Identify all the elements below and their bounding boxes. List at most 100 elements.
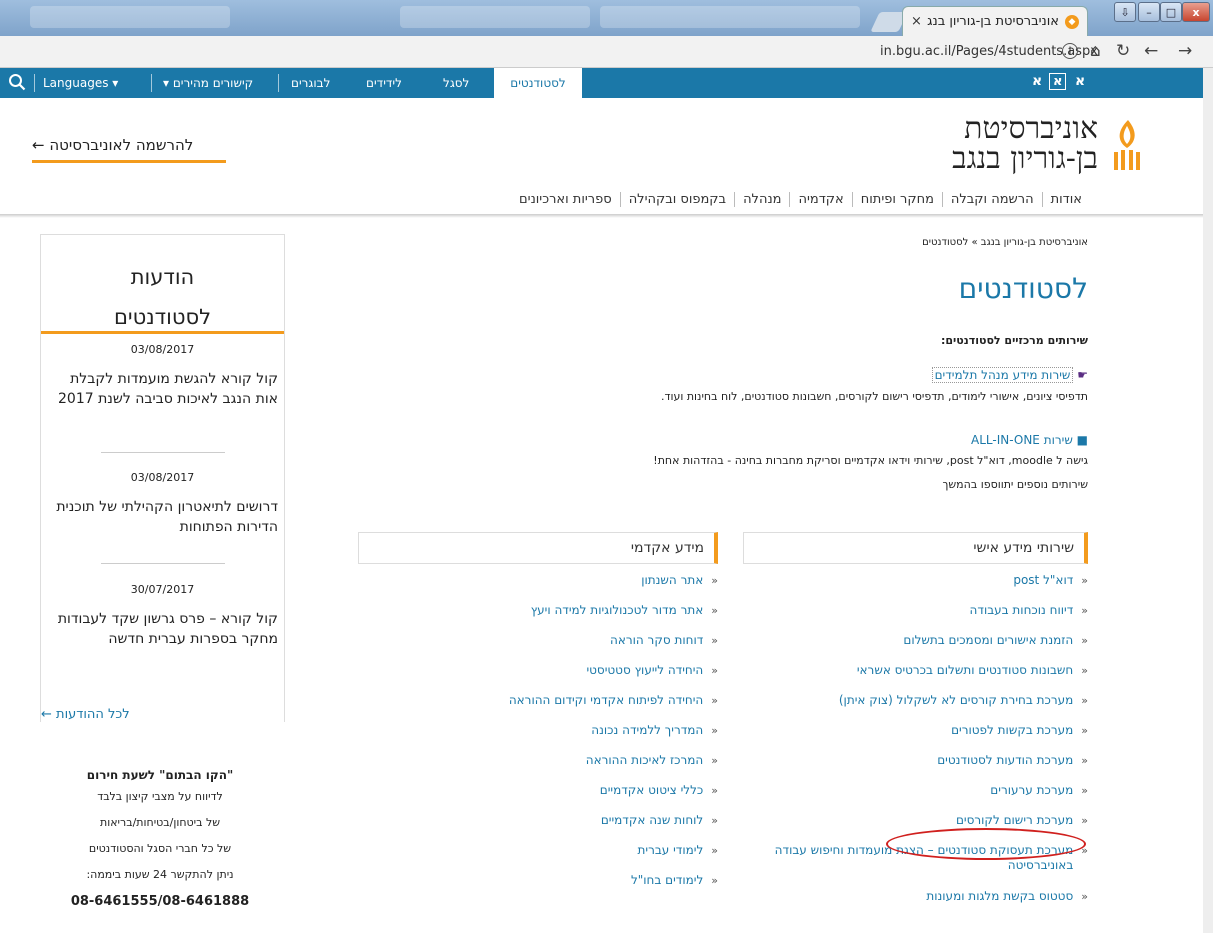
menu-academia[interactable]: אקדמיה (789, 192, 851, 207)
chevron-icon: « (711, 874, 718, 887)
font-size-small[interactable]: א (1032, 73, 1042, 89)
university-logo-text[interactable]: אוניברסיטת בן-גוריון בנגב (878, 114, 1098, 174)
back-icon[interactable]: ← (1144, 41, 1158, 61)
close-window-button[interactable]: x (1182, 2, 1210, 22)
service2-description: גישה ל moodle, דוא"ל post, שירותי וידאו … (653, 454, 1088, 467)
menu-campus[interactable]: בקמפוס ובקהילה (619, 192, 734, 207)
list-item[interactable]: «לימודי עברית (358, 843, 719, 873)
chevron-icon: « (1081, 664, 1088, 677)
register-university-link[interactable]: להרשמה לאוניברסיטה ← (32, 136, 226, 154)
news-item[interactable]: דרושים לתיאטרון הקהילתי של תוכנית הדירות… (53, 497, 278, 537)
list-item[interactable]: «הזמנת אישורים ומסמכים בתשלום (743, 633, 1088, 663)
news-divider (101, 452, 225, 453)
menu-research[interactable]: מחקר ופיתוח (851, 192, 942, 207)
scrollbar[interactable] (1203, 68, 1213, 933)
list-item[interactable]: «חשבונות סטודנטים ותשלום בכרטיס אשראי (743, 663, 1088, 693)
external-link-icon: ☛ (1077, 368, 1088, 382)
hotline-phones[interactable]: 08-6461555/08-6461888 (40, 894, 280, 920)
blurred-tab[interactable] (600, 6, 860, 28)
chevron-icon: « (711, 784, 718, 797)
list-item[interactable]: «המדריך ללמידה נכונה (358, 723, 718, 753)
chevron-icon: « (711, 574, 718, 587)
maximize-button[interactable]: □ (1160, 2, 1182, 22)
list-item[interactable]: «לוחות שנה אקדמיים (358, 813, 718, 843)
news-date: 03/08/2017 (130, 471, 195, 484)
list-item[interactable]: «המרכז לאיכות ההוראה (358, 753, 718, 783)
menu-administration[interactable]: מנהלה (734, 192, 789, 207)
browser-tab-active[interactable]: ◆ אוניברסיטת בן-גוריון בנג × (902, 6, 1088, 36)
blurred-tab[interactable] (30, 6, 230, 28)
nav-graduates[interactable]: לבוגרים (291, 76, 330, 90)
info-icon[interactable]: i (1062, 43, 1078, 59)
list-item[interactable]: «כללי ציטוט אקדמיים (358, 783, 718, 813)
list-item[interactable]: «אתר מדור לטכנולוגיות למידה ויעץ (358, 603, 718, 633)
chevron-icon: « (1081, 890, 1088, 903)
hotline-line: של כל חברי הסגל והסטודנטים (88, 842, 232, 855)
all-news-link[interactable]: לכל ההודעות ← (41, 707, 130, 722)
list-item[interactable]: «מערכת הודעות לסטודנטים (743, 753, 1088, 783)
search-icon[interactable] (8, 73, 26, 91)
tab-close-icon[interactable]: × (911, 14, 922, 29)
academic-info-header: מידע אקדמי (358, 532, 718, 564)
news-item[interactable]: קול קורא להגשת מועמדות לקבלת אות הנגב לא… (53, 369, 278, 409)
chevron-icon: « (711, 604, 718, 617)
browser-titlebar: ◆ אוניברסיטת בן-גוריון בנג × ⇩ – □ x (0, 0, 1213, 36)
chevron-icon: « (1081, 814, 1088, 827)
list-item[interactable]: «סטטוס בקשת מלגות ומעונות (743, 889, 1088, 919)
font-size-medium[interactable]: א (1049, 73, 1067, 90)
blurred-tab[interactable] (400, 6, 590, 28)
chevron-icon: « (711, 694, 718, 707)
logo-line2: בן-גוריון בנגב (952, 141, 1098, 176)
menu-libraries[interactable]: ספריות וארכיונים (511, 192, 620, 207)
services-heading: שירותים מרכזיים לסטודנטים: (940, 334, 1088, 347)
forward-icon[interactable]: → (1178, 41, 1192, 61)
chevron-icon: « (711, 634, 718, 647)
window-extra-button[interactable]: ⇩ (1114, 2, 1136, 22)
student-info-service-link[interactable]: ☛ שירות מידע מנהל תלמידים (600, 367, 1088, 383)
nav-staff[interactable]: לסגל (443, 76, 469, 90)
languages-dropdown[interactable]: Languages ▾ (43, 76, 118, 90)
home-icon[interactable]: ⌂ (1090, 41, 1101, 61)
list-item[interactable]: «מערכת ערעורים (743, 783, 1088, 813)
breadcrumb[interactable]: אוניברסיטת בן-גוריון בנגב » לסטודנטים (700, 237, 1088, 248)
minimize-button[interactable]: – (1138, 2, 1160, 22)
hotline-title: "הקו הבתום" לשעת חירום (86, 768, 234, 782)
bgu-logo-icon[interactable] (1108, 118, 1146, 174)
chevron-icon: « (1081, 634, 1088, 647)
list-item[interactable]: «היחידה לפיתוח אקדמי וקידום ההוראה (358, 693, 718, 723)
personal-info-header: שירותי מידע אישי (743, 532, 1088, 564)
menu-admissions[interactable]: הרשמה וקבלה (941, 192, 1042, 207)
page-title: לסטודנטים (958, 272, 1088, 305)
service2-note: שירותים נוספים יתווספו בהמשך (942, 478, 1088, 491)
reload-icon[interactable]: ↻ (1116, 41, 1130, 61)
nav-friends[interactable]: לידידים (366, 76, 402, 90)
menu-about[interactable]: אודות (1041, 192, 1090, 207)
font-size-large[interactable]: א (1075, 73, 1085, 89)
news-date: 30/07/2017 (130, 583, 195, 596)
top-navigation: Languages ▾ ▾ קישורים מהירים לבוגרים ליד… (0, 68, 1203, 98)
list-item[interactable]: «אתר השנתון (358, 573, 718, 603)
personal-info-list: «דוא"ל post «דיווח נוכחות בעבודה «הזמנת … (743, 573, 1088, 919)
header-divider (0, 214, 1203, 218)
list-item[interactable]: «דיווח נוכחות בעבודה (743, 603, 1088, 633)
service1-description: תדפיסי ציונים, אישורי לימודים, תדפיסי רי… (660, 390, 1088, 403)
highlight-annotation (886, 828, 1086, 860)
list-item[interactable]: «היחידה לייעוץ סטטיסטי (358, 663, 718, 693)
news-item[interactable]: קול קורא – פרס גרשון שקד לעבודות מחקר בס… (53, 609, 278, 649)
book-icon: ■ (1076, 433, 1088, 447)
tab-title: אוניברסיטת בן-גוריון בנג (927, 14, 1059, 29)
nav-students[interactable]: לסטודנטים (494, 68, 582, 98)
quick-links-dropdown[interactable]: ▾ קישורים מהירים (163, 76, 253, 90)
sidebar-title: הודעות לסטודנטים (113, 265, 212, 329)
all-in-one-service-link[interactable]: ■ שירות ALL-IN-ONE (600, 433, 1088, 447)
news-divider (101, 563, 225, 564)
logo-line1: אוניברסיטת (964, 111, 1098, 146)
sidebar-accent-line (41, 331, 284, 334)
list-item[interactable]: «לימודים בחו"ל (358, 873, 718, 903)
list-item[interactable]: «מערכת בקשות לפטורים (743, 723, 1088, 753)
list-item[interactable]: «דוחות סקר הוראה (358, 633, 718, 663)
chevron-icon: « (1081, 784, 1088, 797)
list-item[interactable]: «מערכת בחירת קורסים לא לשקלול (צוק איתן) (743, 693, 1088, 723)
list-item[interactable]: «דוא"ל post (743, 573, 1088, 603)
chevron-icon: « (1081, 574, 1088, 587)
